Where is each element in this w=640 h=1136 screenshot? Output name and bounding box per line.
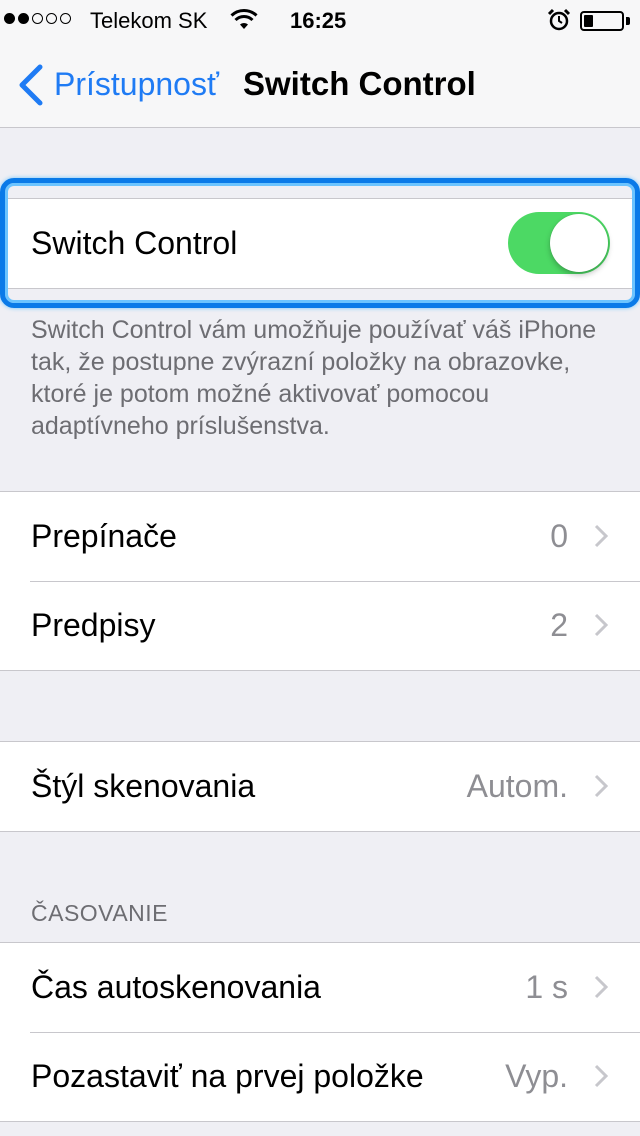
battery-icon [580,11,624,31]
toggle-knob [550,214,608,272]
signal-dot [4,13,15,24]
chevron-right-icon [594,613,608,637]
switch-control-description: Switch Control vám umožňuje používať váš… [31,316,597,440]
row-recipes[interactable]: Predpisy 2 [0,581,640,670]
chevron-left-icon[interactable] [16,64,44,106]
signal-dot [60,13,71,24]
battery-level [584,15,593,27]
row-value: 1 s [525,969,568,1005]
switch-control-toggle[interactable] [508,212,610,274]
row-label: Štýl skenovania [31,768,256,804]
switch-control-label: Switch Control [31,225,238,261]
row-pause-on-first-item[interactable]: Pozastaviť na prvej položke Vyp. [0,1032,640,1121]
switch-control-row[interactable]: Switch Control [0,199,640,288]
row-value: 0 [550,518,568,554]
signal-dot [18,13,29,24]
status-bar: Telekom SK 16:25 [0,0,640,40]
chevron-right-icon [594,524,608,548]
wifi-icon [230,8,258,29]
signal-dot [32,13,43,24]
row-value: 2 [550,607,568,643]
row-value: Autom. [466,768,568,804]
row-switches[interactable]: Prepínače 0 [0,492,640,581]
row-label: Pozastaviť na prvej položke [31,1058,424,1094]
timing-section-header: ČASOVANIE [31,900,168,926]
signal-strength-icon [4,13,71,24]
switch-control-group: Switch Control [0,198,640,289]
row-label: Čas autoskenovania [31,969,321,1005]
timing-group: Čas autoskenovania 1 s Pozastaviť na prv… [0,942,640,1122]
row-value: Vyp. [505,1058,568,1094]
alarm-icon [547,8,571,31]
page-title: Switch Control [243,65,476,102]
row-auto-scanning-time[interactable]: Čas autoskenovania 1 s [0,943,640,1032]
chevron-right-icon [594,774,608,798]
chevron-right-icon [594,975,608,999]
row-label: Predpisy [31,607,156,643]
signal-dot [46,13,57,24]
switches-group: Prepínače 0 Predpisy 2 [0,491,640,671]
chevron-right-icon [594,1064,608,1088]
row-scanning-style[interactable]: Štýl skenovania Autom. [0,742,640,831]
battery-tip [626,17,630,25]
back-button[interactable]: Prístupnosť [54,66,219,103]
clock-time: 16:25 [290,8,347,33]
row-label: Prepínače [31,518,177,554]
scanning-style-group: Štýl skenovania Autom. [0,741,640,832]
navigation-bar: Prístupnosť Switch Control [0,40,640,128]
carrier-name: Telekom SK [90,8,208,33]
